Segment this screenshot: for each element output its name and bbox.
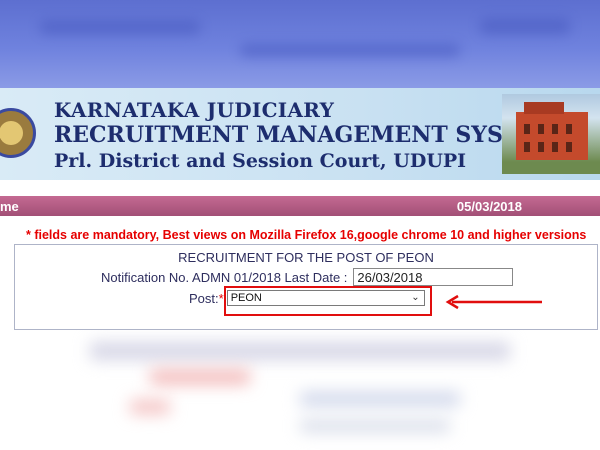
mandatory-fields-notice: * fields are mandatory, Best views on Mo… — [26, 228, 587, 242]
required-mark: * — [218, 290, 224, 306]
annotation-highlight-box — [224, 286, 432, 316]
current-date: 05/03/2018 — [456, 199, 522, 214]
arrow-left-icon — [445, 294, 542, 310]
banner-title-judiciary: KARNATAKA JUDICIARY — [54, 98, 335, 122]
post-label: Post: — [189, 290, 219, 306]
banner-title-system: RECRUITMENT MANAGEMENT SYSTEM — [54, 122, 561, 148]
blurred-page-content — [0, 330, 600, 450]
court-building-image — [502, 94, 600, 174]
form-heading: RECRUITMENT FOR THE POST OF PEON — [178, 250, 434, 265]
home-link[interactable]: me — [0, 199, 19, 214]
banner-title-court: Prl. District and Session Court, UDUPI — [54, 150, 467, 172]
last-date-field[interactable]: 26/03/2018 — [353, 268, 514, 286]
notification-row: Notification No. ADMN 01/2018 Last Date … — [101, 268, 514, 286]
state-emblem-icon — [0, 108, 36, 158]
nav-date-strip: me 05/03/2018 — [0, 196, 600, 216]
site-banner: KARNATAKA JUDICIARY RECRUITMENT MANAGEME… — [0, 88, 600, 180]
notification-label: Notification No. ADMN 01/2018 Last Date … — [101, 269, 348, 285]
blurred-browser-header — [0, 0, 600, 88]
